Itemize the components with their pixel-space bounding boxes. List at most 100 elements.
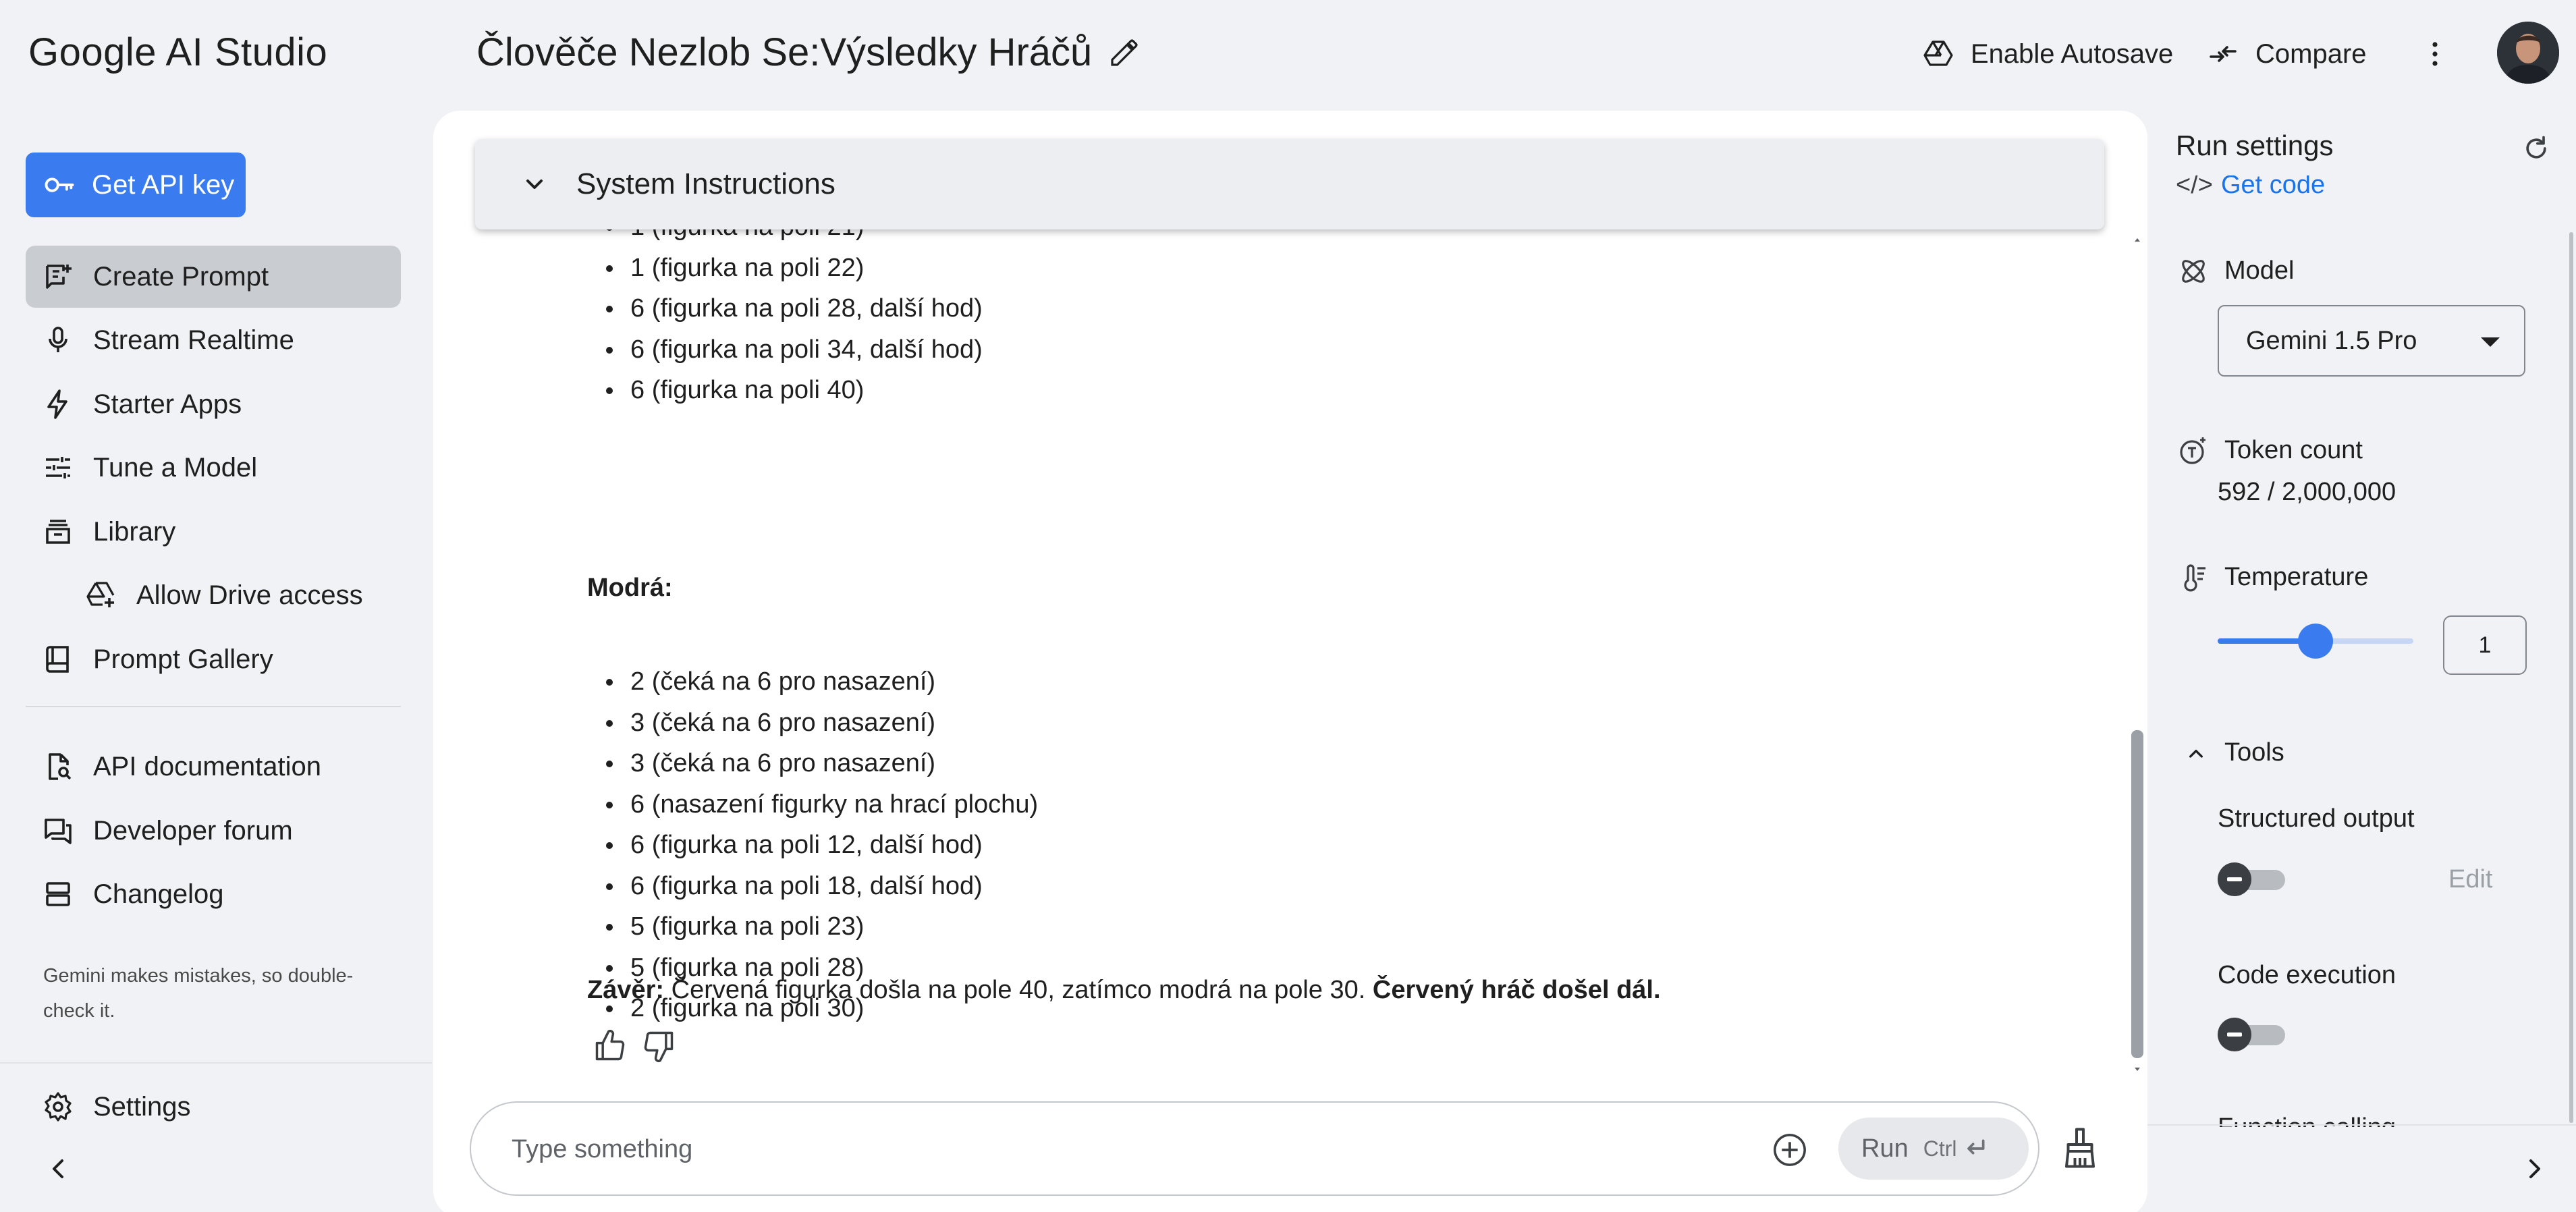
list-item: 2 (čeká na 6 pro nasazení) [605, 661, 1038, 703]
app-logo-title[interactable]: Google AI Studio [28, 30, 327, 75]
library-icon [46, 520, 70, 544]
sidebar-link-label: API documentation [93, 751, 321, 781]
thumbs-down-icon[interactable] [641, 1028, 676, 1064]
slider-knob[interactable] [2298, 624, 2333, 659]
model-select[interactable]: Gemini 1.5 Pro [2218, 305, 2525, 377]
key-icon [45, 177, 74, 192]
prompt-input[interactable] [512, 1127, 1726, 1172]
sidebar-item-label: Starter Apps [93, 389, 242, 419]
compare-button[interactable]: Compare [2207, 35, 2367, 73]
run-settings-panel: Run settings </> Get code Model Gemini 1… [2147, 108, 2576, 1212]
chevron-down-icon[interactable] [518, 167, 551, 200]
prompt-input-container: Run Ctrl [470, 1101, 2039, 1196]
sidebar-link-changelog[interactable]: Changelog [26, 863, 401, 925]
compare-icon [2210, 46, 2237, 62]
tune-icon [46, 457, 70, 478]
structured-output-edit-link[interactable]: Edit [2448, 865, 2492, 894]
code-execution-toggle[interactable] [2218, 1015, 2288, 1053]
sidebar-item-starter-apps[interactable]: Starter Apps [26, 373, 401, 435]
list-item: 6 (nasazení figurky na hrací plochu) [605, 784, 1038, 825]
settings-footer [2147, 1127, 2576, 1212]
tools-label[interactable]: Tools [2224, 738, 2284, 767]
drive-add-icon [86, 582, 115, 607]
thermometer-icon [2184, 564, 2205, 592]
run-shortcut-label: Ctrl [1923, 1136, 1957, 1161]
gear-icon [45, 1092, 72, 1122]
token-count-icon [2180, 437, 2205, 464]
sidebar-item-create-prompt[interactable]: Create Prompt [26, 246, 401, 308]
scroll-down-arrow-icon[interactable] [2130, 1062, 2145, 1077]
model-value: Gemini 1.5 Pro [2246, 326, 2417, 355]
more-vert-icon[interactable] [2419, 38, 2451, 70]
response-content: 1 (figurka na poli 21) 1 (figurka na pol… [433, 212, 2120, 1197]
conclusion-emphasis: Červený hráč došel dál. [1372, 976, 1661, 1004]
token-count-label: Token count [2224, 436, 2363, 464]
get-code-label: Get code [2220, 175, 2326, 199]
sidebar-link-developer-forum[interactable]: Developer forum [26, 800, 401, 862]
settings-label: Settings [93, 1091, 191, 1122]
user-avatar[interactable] [2497, 22, 2559, 84]
left-sidebar: Get API key Create Prompt Stream Realtim… [0, 108, 432, 1212]
sidebar-item-stream-realtime[interactable]: Stream Realtime [26, 309, 401, 371]
list-item: 6 (figurka na poli 28, další hod) [606, 288, 983, 329]
collapse-settings-icon[interactable] [2519, 1153, 2551, 1185]
code-icon: </> [2176, 175, 2213, 199]
sidebar-item-prompt-gallery[interactable]: Prompt Gallery [26, 628, 401, 690]
model-atom-icon [2182, 260, 2205, 283]
clear-chat-broom-icon[interactable] [2060, 1126, 2100, 1170]
disclaimer-text: Gemini makes mistakes, so double-check i… [43, 965, 354, 1022]
book-icon [46, 646, 69, 673]
get-api-key-button[interactable]: Get API key [26, 153, 246, 217]
structured-output-label: Structured output [2218, 804, 2415, 833]
edit-title-icon[interactable] [1108, 36, 1141, 69]
reset-settings-icon[interactable] [2521, 134, 2551, 163]
sidebar-link-api-docs[interactable]: API documentation [26, 736, 401, 798]
sidebar-item-tune-model[interactable]: Tune a Model [26, 437, 401, 499]
thumbs-up-icon[interactable] [593, 1028, 628, 1064]
list-item: 6 (figurka na poli 12, další hod) [605, 825, 1038, 866]
structured-output-toggle[interactable] [2218, 860, 2288, 898]
sidebar-item-library[interactable]: Library [26, 501, 401, 563]
chat-panel: System Instructions 1 (figurka na poli 2… [433, 111, 2147, 1212]
sidebar-item-label: Library [93, 516, 176, 547]
chat-scrollbar-thumb[interactable] [2131, 730, 2143, 1058]
system-instructions-bar[interactable]: System Instructions [475, 139, 2104, 229]
chevron-up-icon[interactable] [2183, 740, 2210, 767]
create-prompt-icon [46, 265, 72, 289]
scroll-up-arrow-icon[interactable] [2130, 232, 2145, 247]
add-media-icon[interactable] [1771, 1131, 1809, 1169]
dropdown-caret-icon [2481, 337, 2500, 347]
conclusion-paragraph: Závěr: Červená figurka došla na pole 40,… [587, 976, 1661, 1005]
blue-rolls-list: 2 (čeká na 6 pro nasazení) 3 (čeká na 6 … [605, 661, 1038, 1029]
sidebar-item-allow-drive[interactable]: Allow Drive access [26, 564, 401, 626]
list-item: 5 (figurka na poli 23) [605, 906, 1038, 947]
list-item: 6 (figurka na poli 34, další hod) [606, 329, 983, 370]
temperature-input[interactable]: 1 [2443, 615, 2527, 675]
temperature-slider[interactable] [2218, 622, 2413, 660]
run-button[interactable]: Run Ctrl [1838, 1118, 2029, 1180]
list-item: 3 (čeká na 6 pro nasazení) [605, 703, 1038, 744]
list-item: 3 (čeká na 6 pro nasazení) [605, 743, 1038, 784]
sidebar-item-label: Prompt Gallery [93, 644, 273, 674]
list-item: 1 (figurka na poli 22) [606, 248, 983, 289]
system-instructions-label: System Instructions [576, 167, 835, 200]
sidebar-item-label: Create Prompt [93, 261, 269, 292]
sidebar-link-label: Developer forum [93, 815, 293, 846]
forum-icon [45, 819, 72, 844]
top-bar: Google AI Studio Člověče Nezlob Se:Výsle… [0, 0, 2576, 108]
sidebar-divider [26, 706, 401, 707]
run-settings-title: Run settings [2176, 130, 2334, 161]
temperature-label: Temperature [2224, 563, 2369, 591]
run-label: Run [1861, 1134, 1909, 1163]
sidebar-item-label: Stream Realtime [93, 325, 294, 355]
code-execution-label: Code execution [2218, 961, 2396, 989]
run-shortcut: Ctrl [1923, 1135, 1990, 1162]
changelog-icon [46, 882, 70, 906]
bolt-icon [47, 389, 67, 419]
collapse-sidebar-icon[interactable] [42, 1153, 74, 1185]
red-rolls-list: 1 (figurka na poli 21) 1 (figurka na pol… [606, 212, 983, 411]
settings-scrollbar[interactable] [2569, 232, 2574, 1123]
get-code-link[interactable]: </> Get code [2176, 175, 2325, 200]
sidebar-item-settings[interactable]: Settings [26, 1076, 401, 1138]
enable-autosave-button[interactable]: Enable Autosave [1922, 35, 2173, 73]
